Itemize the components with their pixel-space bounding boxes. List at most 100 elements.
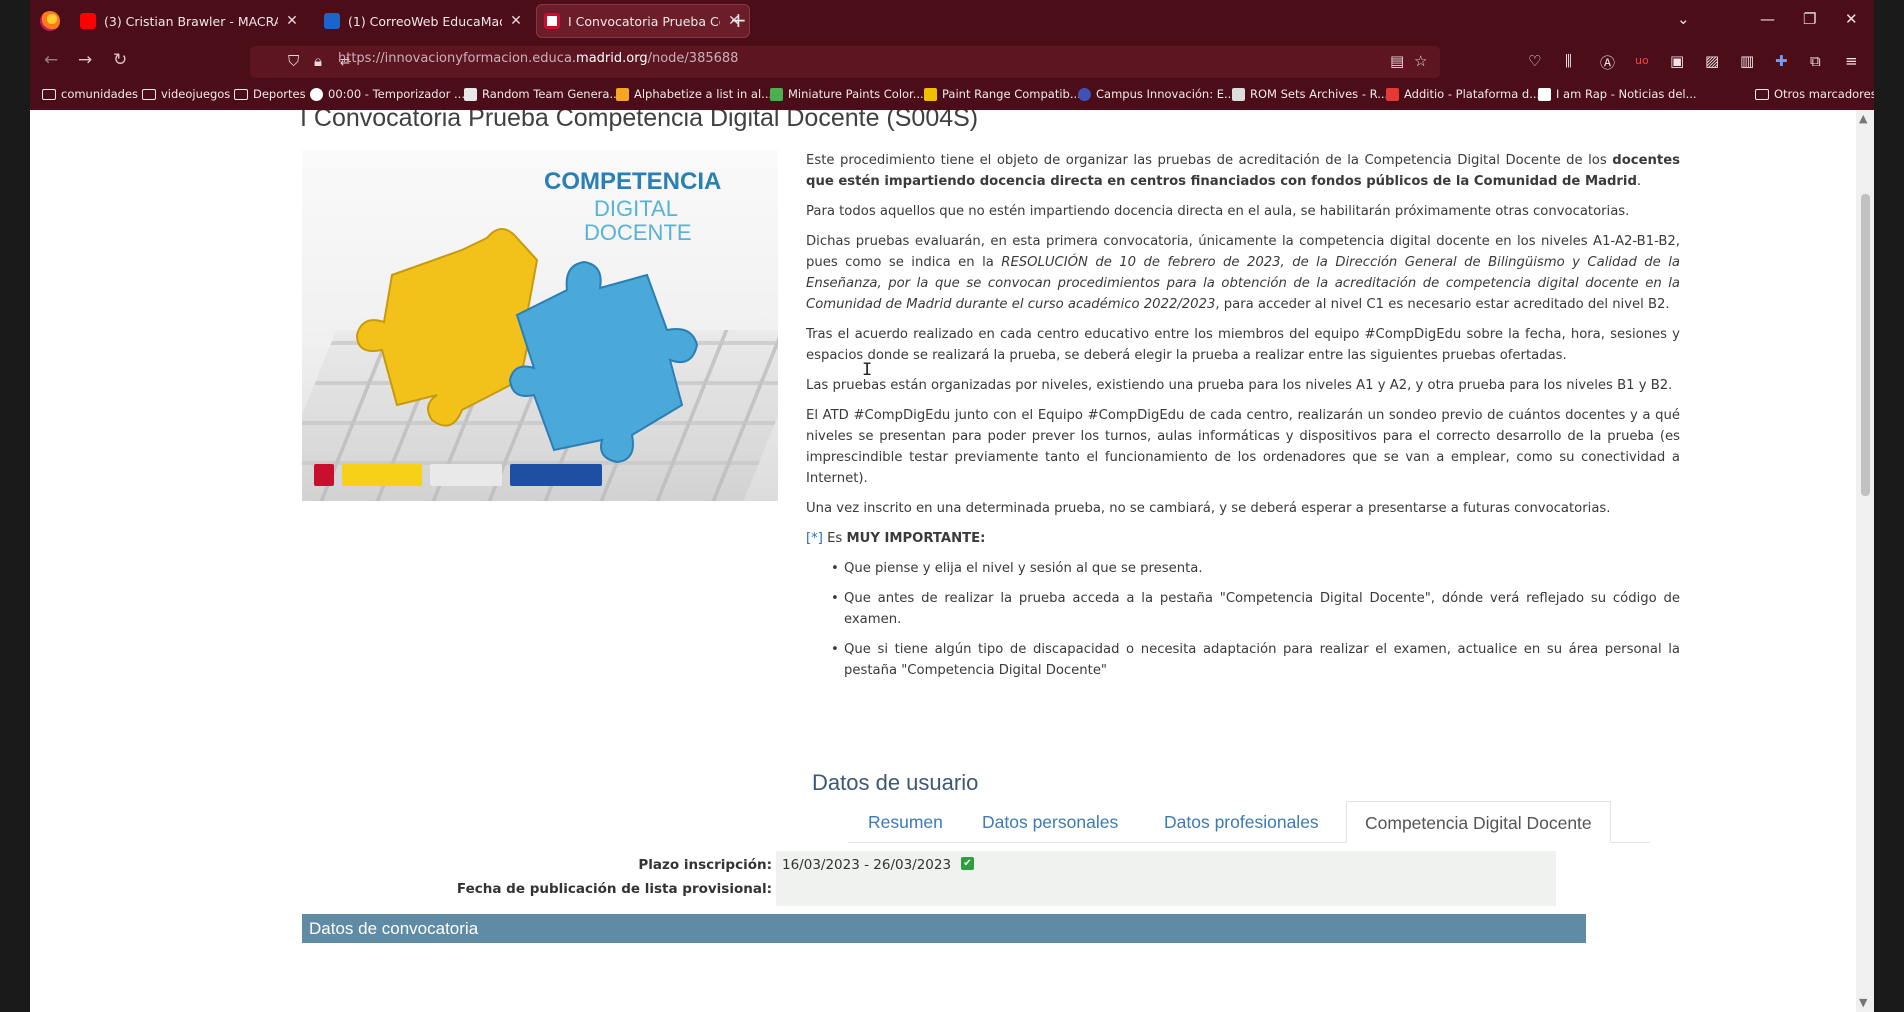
bookmark-folder[interactable]: comunidades	[42, 87, 138, 101]
bookmark-item[interactable]: Paint Range Compatib...	[924, 87, 1081, 101]
bookmark-star-icon[interactable]: ☆	[1414, 52, 1427, 70]
forward-icon[interactable]: →	[78, 50, 92, 70]
window-close-icon[interactable]: ✕	[1845, 10, 1858, 28]
hero-title-line1: COMPETENCIA	[544, 168, 722, 195]
row-label-plazo: Plazo inscripción:	[638, 857, 772, 873]
bookmark-folder[interactable]: videojuegos	[142, 87, 230, 101]
rap-icon	[1538, 87, 1551, 101]
close-icon[interactable]: ✕	[508, 13, 524, 29]
bookmark-item[interactable]: Miniature Paints Color...	[770, 87, 924, 101]
tab-convocatoria[interactable]: I Convocatoria Prueba Compet ✕	[536, 4, 750, 38]
institutional-logos	[314, 464, 614, 490]
paragraph-organization: Las pruebas están organizadas por nivele…	[806, 378, 1673, 393]
url-text[interactable]: https://innovacionyformacion.educa.madri…	[338, 51, 738, 66]
folder-icon	[142, 88, 156, 100]
tab-label: (1) CorreoWeb EducaMadrid :: I	[348, 13, 502, 29]
bookmark-item[interactable]: 00:00 - Temporizador ...	[310, 87, 465, 101]
hero-title-line2: DIGITAL	[594, 196, 678, 221]
panel-heading: Datos de convocatoria	[302, 914, 1586, 943]
back-icon[interactable]: ←	[44, 50, 58, 70]
library-icon[interactable]: ⫼	[1565, 52, 1572, 70]
new-tab-icon[interactable]: +	[730, 8, 747, 32]
list-item: Que si tiene algún tipo de discapacidad …	[831, 639, 1680, 681]
bookmark-folder-other[interactable]: Otros marcadores	[1755, 87, 1877, 101]
tab-resumen[interactable]: Resumen	[868, 801, 943, 843]
account-icon[interactable]: Ⓐ	[1600, 52, 1615, 73]
extension-image-icon[interactable]: ▨	[1705, 52, 1719, 70]
scroll-down-icon[interactable]: ▼	[1859, 996, 1867, 1009]
scroll-thumb[interactable]	[1861, 194, 1870, 496]
folder-icon	[1755, 88, 1769, 100]
row-label-lista-provisional: Fecha de publicación de lista provisiona…	[456, 881, 772, 897]
check-icon: ✔	[961, 857, 974, 870]
important-note: [*] Es MUY IMPORTANTE:	[806, 531, 986, 546]
spain-gov-logo-icon	[342, 464, 422, 486]
user-data-heading: Datos de usuario	[812, 770, 979, 795]
important-list: Que piense y elija el nivel y sesión al …	[831, 558, 1680, 681]
shield-icon[interactable]: ⛉	[288, 52, 299, 70]
paragraph-inscription: Una vez inscrito en una determinada prue…	[806, 501, 1611, 516]
tab-bar: (3) Cristian Brawler - MACRAMÉ ✕ (1) Cor…	[30, 0, 1874, 42]
extension-dark-icon[interactable]: ▣	[1670, 52, 1684, 70]
paragraph-levels: Dichas pruebas evaluarán, en esta primer…	[806, 234, 1680, 312]
close-icon[interactable]: ✕	[284, 13, 300, 29]
paint-range-icon	[924, 87, 937, 101]
folder-icon	[42, 88, 56, 100]
restore-icon[interactable]: ❐	[1803, 10, 1816, 28]
reload-icon[interactable]: ↻	[113, 50, 127, 70]
tab-youtube[interactable]: (3) Cristian Brawler - MACRAMÉ ✕	[72, 4, 308, 38]
row-value-plazo: 16/03/2023 - 26/03/2023	[782, 857, 952, 873]
ublock-icon[interactable]: uo	[1635, 54, 1649, 67]
youtube-icon	[80, 13, 96, 29]
paints-icon	[770, 87, 783, 101]
alphabetize-icon	[616, 87, 629, 101]
dice-icon	[464, 87, 477, 101]
recovery-plan-logo-icon	[430, 464, 502, 486]
reader-view-icon[interactable]: ▤	[1390, 52, 1404, 70]
bookmark-item[interactable]: Additio - Plataforma d...	[1386, 87, 1540, 101]
paragraph-others: Para todos aquellos que no estén imparti…	[806, 204, 1630, 219]
pocket-icon[interactable]: ♡	[1528, 52, 1541, 70]
tab-label: (3) Cristian Brawler - MACRAMÉ	[104, 13, 278, 29]
tab-correoweb[interactable]: (1) CorreoWeb EducaMadrid :: I ✕	[316, 4, 532, 38]
madrid-logo-icon	[314, 464, 334, 486]
mail-icon	[324, 13, 340, 29]
additio-icon	[1386, 87, 1399, 101]
list-item: Que piense y elija el nivel y sesión al …	[831, 558, 1680, 579]
campus-icon	[1078, 87, 1091, 101]
extension-blue-icon[interactable]: ✚	[1775, 52, 1788, 70]
bookmark-folder[interactable]: Deportes	[234, 87, 306, 101]
madrid-icon	[544, 13, 560, 29]
bookmark-item[interactable]: Campus Innovación: E...	[1078, 87, 1235, 101]
list-item: Que antes de realizar la prueba acceda a…	[831, 588, 1680, 630]
tab-label: I Convocatoria Prueba Compet	[568, 13, 720, 29]
main-text: Este procedimiento tiene el objeto de or…	[806, 150, 1680, 690]
tab-competencia-digital-docente[interactable]: Competencia Digital Docente	[1346, 801, 1611, 843]
bookmarks-bar: comunidades videojuegos Deportes 00:00 -…	[30, 82, 1877, 110]
puzzle-graphic	[355, 228, 699, 464]
tab-datos-personales[interactable]: Datos personales	[982, 801, 1118, 843]
page-scrollbar[interactable]: ▲ ▼	[1856, 110, 1874, 1012]
minimize-icon[interactable]: —	[1760, 10, 1775, 28]
text-cursor-icon: I	[862, 360, 873, 380]
bookmark-item[interactable]: ROM Sets Archives - R...	[1232, 87, 1388, 101]
screen-edge	[1874, 0, 1904, 1012]
paragraph-atd: El ATD #CompDigEdu junto con el Equipo #…	[806, 408, 1680, 486]
user-tabs: Resumen Datos personales Datos profesion…	[848, 801, 1650, 843]
menu-icon[interactable]: ≡	[1845, 52, 1858, 70]
tab-datos-profesionales[interactable]: Datos profesionales	[1164, 801, 1319, 843]
extensions-puzzle-icon[interactable]: ⧉	[1810, 52, 1821, 70]
bookmark-item[interactable]: Alphabetize a list in al...	[616, 87, 772, 101]
list-tabs-icon[interactable]: ⌄	[1677, 10, 1690, 28]
rom-icon	[1232, 87, 1245, 101]
paragraph-agreement: Tras el acuerdo realizado en cada centro…	[806, 327, 1680, 363]
nav-bar: ← → ↻ ⛉ 🔒︎ ⇄ ▤ ☆ https://innovacionyform…	[30, 42, 1874, 82]
paragraph-intro: Este procedimiento tiene el objeto de or…	[806, 153, 1680, 189]
extension-bars-icon[interactable]: ▥	[1740, 52, 1754, 70]
clock-icon	[310, 87, 323, 101]
lock-icon[interactable]: 🔒︎	[314, 52, 322, 70]
bookmark-item[interactable]: Random Team Genera...	[464, 87, 620, 101]
firefox-icon[interactable]	[40, 11, 60, 31]
scroll-up-icon[interactable]: ▲	[1859, 112, 1867, 125]
bookmark-item[interactable]: I am Rap - Noticias del...	[1538, 87, 1697, 101]
